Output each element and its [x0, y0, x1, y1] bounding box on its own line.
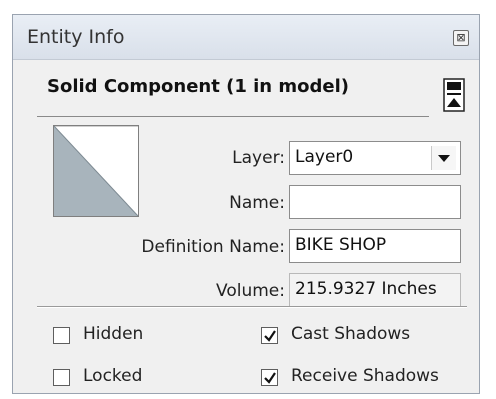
volume-value: 215.9327 Inches [289, 273, 461, 307]
layer-value: Layer0 [295, 147, 354, 167]
title-bar[interactable]: Entity Info ⊠ [13, 15, 479, 60]
close-icon[interactable]: ⊠ [453, 30, 469, 46]
cast-shadows-label: Cast Shadows [291, 324, 411, 344]
hidden-label: Hidden [83, 324, 144, 344]
definition-name-input[interactable]: BIKE SHOP [289, 229, 461, 263]
locked-label: Locked [83, 366, 143, 386]
receive-shadows-checkbox[interactable] [261, 369, 278, 386]
header-underline [37, 116, 429, 117]
volume-label: Volume: [216, 281, 285, 301]
locked-checkbox[interactable] [53, 369, 70, 386]
name-label: Name: [229, 193, 285, 213]
definition-name-label: Definition Name: [141, 237, 285, 257]
panel-toggle-icon[interactable] [443, 78, 465, 112]
cast-shadows-checkbox[interactable] [261, 327, 278, 344]
receive-shadows-label: Receive Shadows [291, 366, 439, 386]
checkmark-icon [264, 330, 276, 342]
layer-label: Layer: [232, 148, 285, 168]
entity-type-label: Solid Component (1 in model) [47, 76, 349, 97]
name-input[interactable] [289, 185, 461, 219]
checkmark-icon [264, 372, 276, 384]
entity-info-panel: Entity Info ⊠ Solid Component (1 in mode… [12, 14, 480, 394]
window-title: Entity Info [27, 26, 125, 48]
section-divider [37, 306, 467, 307]
layer-dropdown[interactable]: Layer0 [289, 141, 461, 175]
chevron-down-icon[interactable] [431, 146, 456, 170]
hidden-checkbox[interactable] [53, 327, 70, 344]
entity-header: Solid Component (1 in model) [13, 60, 479, 117]
component-preview-thumbnail [53, 125, 139, 217]
